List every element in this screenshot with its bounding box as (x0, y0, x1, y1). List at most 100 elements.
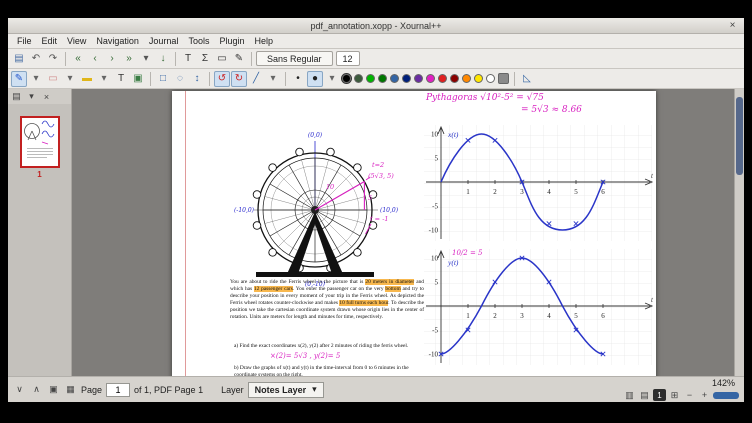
text-insert-icon[interactable]: T (113, 71, 129, 87)
highlighter-tool-icon[interactable]: ▬ (79, 71, 95, 87)
wheel-left-label: (-10,0) (234, 207, 255, 214)
menu-item[interactable]: Edit (37, 35, 63, 47)
line-style-dropdown-icon[interactable]: ▾ (265, 71, 281, 87)
duplicate-page-icon[interactable]: ▣ (47, 383, 60, 396)
undo-icon[interactable]: ↶ (28, 51, 44, 67)
page-select-dropdown-icon[interactable]: ▾ (138, 51, 154, 67)
menu-item[interactable]: Navigation (91, 35, 144, 47)
shape-arrow-icon[interactable]: ↻ (231, 71, 247, 87)
pdf-page[interactable]: Pythagoras √10²-5² = √75 = 5√3 ≈ 8.66 (172, 91, 656, 376)
title-bar[interactable]: pdf_annotation.xopp - Xournal++ × (8, 18, 744, 34)
t-minus-1-label: t = -1 (370, 215, 389, 223)
menu-item[interactable]: View (62, 35, 91, 47)
chevron-down-icon[interactable]: ∨ (13, 383, 26, 396)
page-thumbnail[interactable] (20, 116, 60, 168)
draw-tool-icon[interactable]: ✎ (231, 51, 247, 67)
color-swatch-dark-sage[interactable] (354, 74, 363, 83)
preview-dropdown-icon[interactable]: ▾ (25, 90, 38, 103)
ruler-icon[interactable]: ◺ (519, 71, 535, 87)
scrollbar-thumb[interactable] (736, 97, 743, 175)
image-insert-icon[interactable]: ▣ (130, 71, 146, 87)
shape-circle-icon[interactable]: ↺ (214, 71, 230, 87)
vertical-space-icon[interactable]: ↕ (189, 71, 205, 87)
pen-dropdown-icon[interactable]: ▾ (28, 71, 44, 87)
pythagoras-line1: Pythagoras √10²-5² = √75 (426, 93, 656, 105)
color-swatch-navy[interactable] (402, 74, 411, 83)
thickness-dropdown-icon[interactable]: ▾ (324, 71, 340, 87)
menu-bar: FileEditViewNavigationJournalToolsPlugin… (8, 34, 744, 49)
toolbar-tools: ✎▾▭▾▬▾T▣ □◌↕ ↺↻ ╱▾ •●▾ ◺ (8, 69, 744, 89)
eraser-dropdown-icon[interactable]: ▾ (62, 71, 78, 87)
font-selector-button[interactable]: Sans Regular (256, 51, 333, 66)
color-swatch-green[interactable] (366, 74, 375, 83)
shape-recognizer-icon[interactable]: ▭ (214, 51, 230, 67)
zoom-out-icon[interactable]: − (683, 389, 696, 402)
thumbnail-area: 1 (8, 104, 71, 376)
problem-item-b: b) Draw the graphs of x(t) and y(t) in t… (234, 365, 424, 376)
close-window-button[interactable]: × (726, 19, 739, 32)
sidebar-header: ▤▾× (8, 89, 71, 104)
color-swatch-blue[interactable] (390, 74, 399, 83)
color-swatch-magenta[interactable] (426, 74, 435, 83)
color-swatch-yellow[interactable] (474, 74, 483, 83)
xournalpp-window: pdf_annotation.xopp - Xournal++ × FileEd… (8, 18, 744, 402)
tick-label: 2 (493, 188, 497, 196)
thickness-medium-icon[interactable]: ● (307, 71, 323, 87)
color-swatch-red[interactable] (438, 74, 447, 83)
last-page-icon[interactable]: » (121, 51, 137, 67)
eraser-tool-icon[interactable]: ▭ (45, 71, 61, 87)
menu-item[interactable]: Help (250, 35, 279, 47)
zoom-in-icon[interactable]: + (698, 389, 711, 402)
pen-tool-icon[interactable]: ✎ (11, 71, 27, 87)
select-rect-icon[interactable]: □ (155, 71, 171, 87)
color-swatch-white[interactable] (486, 74, 495, 83)
toolbar-separator (65, 52, 66, 66)
color-swatch-orange[interactable] (462, 74, 471, 83)
single-page-view-icon[interactable]: ▤ (638, 389, 651, 402)
tick-label: 5 (435, 155, 439, 163)
color-swatch-dark-green[interactable] (378, 74, 387, 83)
text-tool-icon[interactable]: T (180, 51, 196, 67)
tick-label: -10 (429, 227, 439, 235)
menu-item[interactable]: Plugin (214, 35, 249, 47)
highlighter-dropdown-icon[interactable]: ▾ (96, 71, 112, 87)
copy-icon[interactable]: ▤ (11, 51, 27, 67)
first-page-icon[interactable]: « (70, 51, 86, 67)
color-swatch-purple[interactable] (414, 74, 423, 83)
color-swatch-dark-red[interactable] (450, 74, 459, 83)
goto-annotated-page-icon[interactable]: ↓ (155, 51, 171, 67)
previous-page-icon[interactable]: ‹ (87, 51, 103, 67)
page-number-input[interactable] (106, 383, 130, 397)
vertical-scrollbar[interactable] (734, 89, 744, 376)
pythagoras-annotation: Pythagoras √10²-5² = √75 = 5√3 ≈ 8.66 (426, 93, 656, 116)
toolbar-separator (209, 72, 210, 86)
status-bar: ∨∧▣▦ Page of 1, PDF Page 1 Layer Notes L… (8, 376, 744, 402)
line-style-icon[interactable]: ╱ (248, 71, 264, 87)
menu-item[interactable]: Tools (183, 35, 214, 47)
close-sidebar-icon[interactable]: × (40, 90, 53, 103)
select-region-icon[interactable]: ◌ (172, 71, 188, 87)
chevron-up-icon[interactable]: ∧ (30, 383, 43, 396)
color-swatch-black[interactable] (342, 74, 351, 83)
preview-pane-icon[interactable]: ▤ (10, 90, 23, 103)
page-number-badge[interactable]: 1 (653, 389, 666, 401)
menu-item[interactable]: Journal (144, 35, 184, 47)
thickness-fine-icon[interactable]: • (290, 71, 306, 87)
zoom-slider[interactable] (713, 392, 739, 399)
wheel-right-label: (10,0) (380, 207, 399, 214)
color-picker[interactable] (498, 73, 509, 84)
math-tex-icon[interactable]: Σ (197, 51, 213, 67)
next-page-icon[interactable]: › (104, 51, 120, 67)
t2-label: t=2 (372, 161, 384, 169)
sidebar-preview-pane: ▤▾× 1 (8, 89, 72, 376)
menu-item[interactable]: File (12, 35, 37, 47)
font-size-field[interactable]: 12 (336, 51, 360, 66)
layer-dropdown[interactable]: Notes Layer ▾ (248, 382, 324, 398)
thumbnail-sketch (22, 118, 58, 164)
grid-view-icon[interactable]: ▦ (64, 383, 77, 396)
redo-icon[interactable]: ↷ (45, 51, 61, 67)
tick-label: 4 (547, 312, 551, 320)
document-canvas[interactable]: Pythagoras √10²-5² = √75 = 5√3 ≈ 8.66 (72, 89, 734, 376)
zoom-fit-icon[interactable]: ⊞ (668, 389, 681, 402)
dual-page-view-icon[interactable]: ▥ (623, 389, 636, 402)
